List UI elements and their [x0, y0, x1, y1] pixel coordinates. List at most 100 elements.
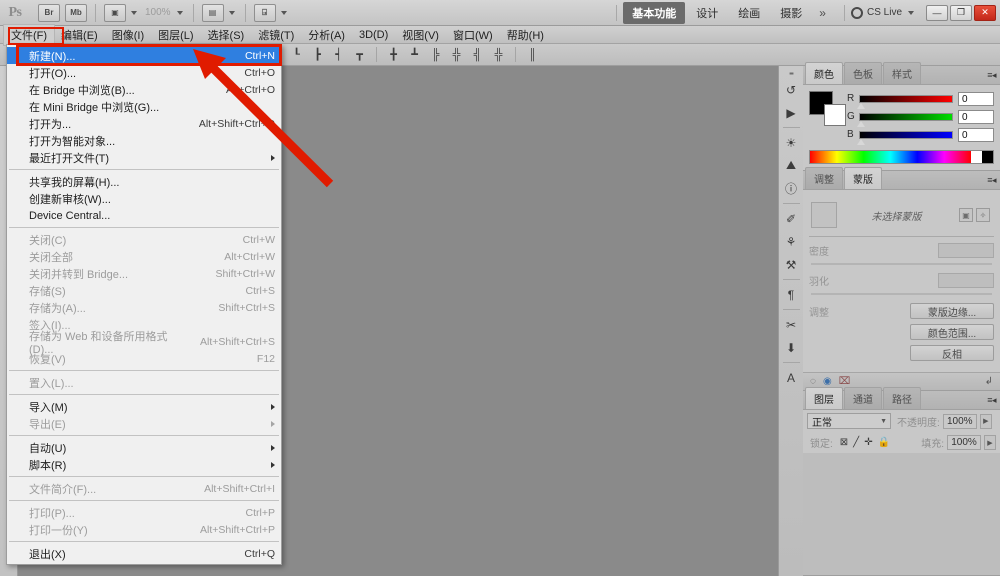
- green-slider-thumb[interactable]: [857, 120, 865, 127]
- lock-all-icon[interactable]: 🔒: [878, 437, 890, 448]
- tools-icon[interactable]: ✂: [781, 314, 802, 335]
- density-value-field[interactable]: [938, 243, 994, 258]
- tab-adjustments[interactable]: 调整: [805, 167, 843, 189]
- tab-masks[interactable]: 蒙版: [844, 167, 882, 189]
- menu-layer[interactable]: 图层(L): [151, 25, 200, 45]
- menu-image[interactable]: 图像(I): [105, 25, 151, 45]
- align-horizontal-centers-icon[interactable]: ┣: [309, 46, 326, 63]
- dock-grip-handle[interactable]: ▪▪: [785, 70, 798, 78]
- red-slider-thumb[interactable]: [857, 102, 865, 109]
- menu-browse-in-mini-bridge[interactable]: 在 Mini Bridge 中浏览(G)...: [7, 98, 281, 115]
- menu-device-central[interactable]: Device Central...: [7, 207, 281, 224]
- red-channel-value[interactable]: 0: [958, 91, 994, 106]
- character-icon[interactable]: A: [781, 367, 802, 388]
- bridge-icon[interactable]: Br: [38, 3, 60, 22]
- green-channel-value[interactable]: 0: [958, 109, 994, 124]
- tab-styles[interactable]: 样式: [883, 62, 921, 84]
- workspace-tab-essentials[interactable]: 基本功能: [623, 1, 686, 24]
- measurement-icon[interactable]: ⬇: [781, 337, 802, 358]
- green-slider-track[interactable]: [857, 112, 953, 127]
- masks-panel-menu-icon[interactable]: ≡◂: [987, 175, 996, 186]
- density-slider[interactable]: [811, 263, 992, 265]
- adjustments-icon[interactable]: ☀: [781, 132, 802, 153]
- tab-layers[interactable]: 图层: [805, 387, 843, 409]
- align-top-edges-icon[interactable]: ┳: [351, 46, 368, 63]
- menu-help[interactable]: 帮助(H): [500, 25, 551, 45]
- color-panel-menu-icon[interactable]: ≡◂: [987, 70, 996, 81]
- screen-mode-icon[interactable]: ▣: [104, 3, 126, 22]
- layers-list[interactable]: [803, 453, 1000, 575]
- menu-automate[interactable]: 自动(U): [7, 439, 281, 456]
- toggle-mask-icon[interactable]: ◉: [823, 376, 832, 387]
- workspace-tab-design[interactable]: 设计: [687, 2, 727, 24]
- arrange-documents-icon[interactable]: ▤: [201, 3, 224, 22]
- add-pixel-mask-icon[interactable]: ▣: [959, 208, 973, 222]
- menu-open-recent[interactable]: 最近打开文件(T): [7, 149, 281, 166]
- extras-icon[interactable]: ⍈: [253, 3, 276, 22]
- background-color-swatch[interactable]: [824, 104, 846, 126]
- mask-thumbnail[interactable]: [811, 202, 837, 228]
- brush-presets-icon[interactable]: ✐: [781, 208, 802, 229]
- masks-icon[interactable]: ⛰: [781, 155, 802, 176]
- fill-chevron-down-icon[interactable]: ▶: [984, 435, 996, 450]
- distribute-bottom-icon[interactable]: ╣: [469, 46, 486, 63]
- menu-browse-in-bridge[interactable]: 在 Bridge 中浏览(B)... Alt+Ctrl+O: [7, 81, 281, 98]
- menu-share-my-screen[interactable]: 共享我的屏幕(H)...: [7, 173, 281, 190]
- menu-create-new-review[interactable]: 创建新审核(W)...: [7, 190, 281, 207]
- delete-mask-icon[interactable]: ⌧: [839, 376, 851, 387]
- mini-bridge-icon[interactable]: Mb: [65, 3, 87, 22]
- align-bottom-edges-icon[interactable]: ┻: [406, 46, 423, 63]
- align-vertical-centers-icon[interactable]: ╋: [385, 46, 402, 63]
- menu-filter[interactable]: 滤镜(T): [251, 25, 301, 45]
- apply-mask-icon[interactable]: ↲: [985, 376, 993, 387]
- load-selection-icon[interactable]: ◌: [810, 376, 816, 387]
- blue-slider-thumb[interactable]: [857, 138, 865, 145]
- opacity-chevron-down-icon[interactable]: ▶: [979, 413, 992, 429]
- menu-exit[interactable]: 退出(X) Ctrl+Q: [7, 545, 281, 562]
- cs-live-chevron-down-icon[interactable]: [908, 10, 914, 15]
- feather-value-field[interactable]: [938, 273, 994, 288]
- blend-mode-select[interactable]: 正常 ▼: [807, 413, 891, 429]
- arrange-chevron-down-icon[interactable]: [228, 10, 235, 15]
- blue-slider-track[interactable]: [857, 130, 953, 145]
- blue-channel-value[interactable]: 0: [958, 127, 994, 142]
- tab-color[interactable]: 颜色: [805, 62, 843, 84]
- align-left-edges-icon[interactable]: ┖: [288, 46, 305, 63]
- menu-open[interactable]: 打开(O)... Ctrl+O: [7, 64, 281, 81]
- menu-file[interactable]: 文件(F): [2, 23, 56, 46]
- screen-mode-chevron-down-icon[interactable]: [131, 10, 137, 15]
- color-range-button[interactable]: 颜色范围...: [910, 324, 994, 340]
- menu-scripts[interactable]: 脚本(R): [7, 456, 281, 473]
- tool-presets-icon[interactable]: ⚒: [781, 254, 802, 275]
- tab-paths[interactable]: 路径: [883, 387, 921, 409]
- lock-transparent-pixels-icon[interactable]: ⊠: [840, 437, 848, 448]
- minimize-button[interactable]: —: [926, 4, 948, 21]
- distribute-spacing-icon[interactable]: ╬: [490, 46, 507, 63]
- distribute-top-icon[interactable]: ╠: [427, 46, 444, 63]
- zoom-chevron-down-icon[interactable]: [176, 10, 183, 15]
- close-button[interactable]: ✕: [974, 4, 996, 21]
- fill-value[interactable]: 100%: [947, 435, 981, 450]
- red-slider-track[interactable]: [857, 94, 953, 109]
- workspace-tab-painting[interactable]: 绘画: [729, 2, 769, 24]
- menu-analysis[interactable]: 分析(A): [301, 25, 352, 45]
- tab-swatches[interactable]: 色板: [844, 62, 882, 84]
- lock-position-icon[interactable]: ✛: [864, 437, 872, 448]
- align-right-edges-icon[interactable]: ┥: [330, 46, 347, 63]
- menu-edit[interactable]: 编辑(E): [54, 25, 105, 45]
- mask-edge-button[interactable]: 蒙版边缘...: [910, 303, 994, 319]
- distribute-center-icon[interactable]: ╬: [448, 46, 465, 63]
- zoom-level-value[interactable]: 100%: [142, 7, 174, 18]
- menu-new[interactable]: 新建(N)... Ctrl+N: [7, 47, 281, 64]
- menu-import[interactable]: 导入(M): [7, 398, 281, 415]
- lock-image-pixels-icon[interactable]: ╱: [853, 437, 859, 448]
- feather-slider[interactable]: [811, 293, 992, 295]
- tab-channels[interactable]: 通道: [844, 387, 882, 409]
- restore-button[interactable]: ❐: [950, 4, 972, 21]
- paragraph-icon[interactable]: ¶: [781, 284, 802, 305]
- workspace-more-icon[interactable]: »: [813, 4, 832, 22]
- color-spectrum-ramp[interactable]: [809, 150, 994, 164]
- info-icon[interactable]: ⓘ: [781, 178, 802, 199]
- menu-select[interactable]: 选择(S): [201, 25, 252, 45]
- layers-panel-menu-icon[interactable]: ≡◂: [987, 395, 996, 406]
